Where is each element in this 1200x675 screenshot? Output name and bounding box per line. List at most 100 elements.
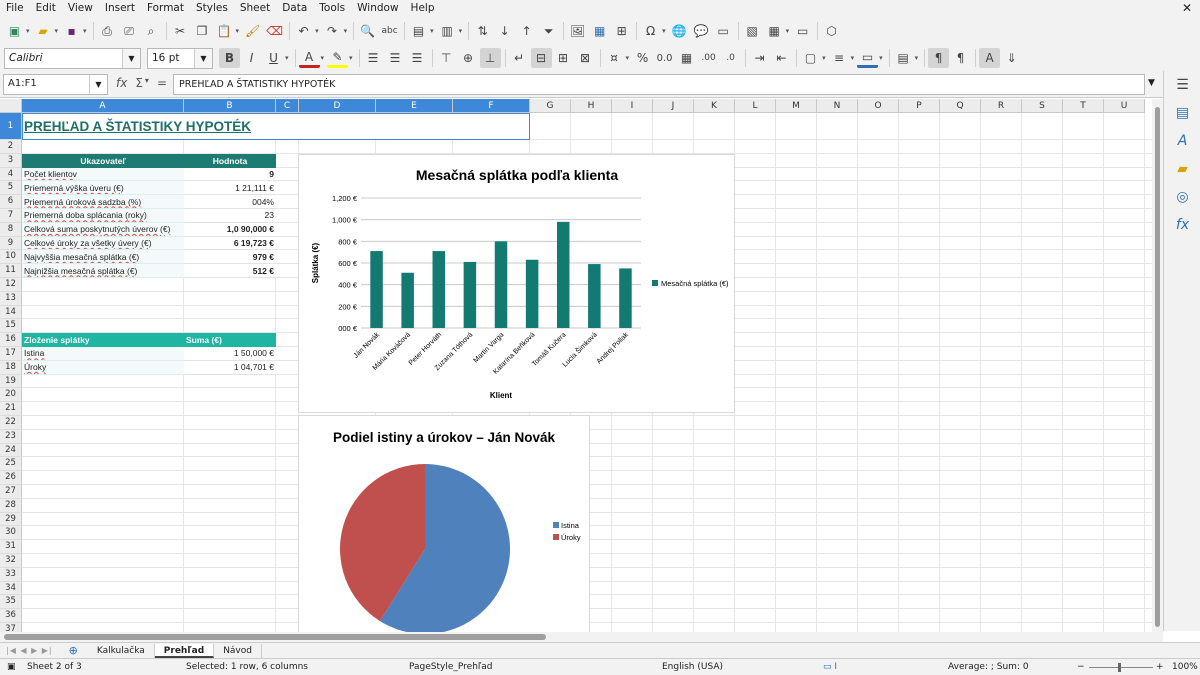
font-color-icon[interactable]: A xyxy=(298,48,320,68)
zoom-in-icon[interactable]: + xyxy=(1156,662,1164,672)
comp-header-value[interactable]: Suma (€) xyxy=(184,333,276,347)
merge-center-icon[interactable]: ⊟ xyxy=(530,48,552,68)
export-pdf-icon[interactable]: ⎙ xyxy=(97,21,118,41)
menu-item-sheet[interactable]: Sheet xyxy=(234,0,276,17)
column-header-c[interactable]: C xyxy=(276,99,299,113)
font-size-combo[interactable]: 16 pt ▼ xyxy=(147,47,213,69)
show-draw-functions-icon[interactable]: ⬡ xyxy=(821,21,842,41)
header-footer-icon[interactable]: ▭ xyxy=(713,21,734,41)
sort-ascending-icon[interactable]: ↓ xyxy=(494,21,515,41)
chevron-down-icon[interactable]: ▼ xyxy=(89,75,107,94)
column-header-h[interactable]: H xyxy=(571,99,612,113)
bar[interactable] xyxy=(494,241,508,328)
row-header-7[interactable]: 7 xyxy=(0,209,22,223)
column-header-b[interactable]: B xyxy=(184,99,276,113)
menu-item-file[interactable]: File xyxy=(0,0,30,17)
column-header-r[interactable]: R xyxy=(981,99,1022,113)
copy-icon[interactable]: ❐ xyxy=(192,21,213,41)
bar[interactable] xyxy=(556,221,570,328)
sidebar-menu-icon[interactable]: ☰ xyxy=(1164,71,1200,99)
align-center-icon[interactable]: ☰ xyxy=(385,48,406,68)
column-header-s[interactable]: S xyxy=(1022,99,1063,113)
bar[interactable] xyxy=(619,268,632,328)
cut-icon[interactable]: ✂ xyxy=(170,21,191,41)
tab-navigation-icon[interactable]: |◀ ◀ ▶ ▶| xyxy=(6,646,53,655)
row-header-17[interactable]: 17 xyxy=(0,347,22,361)
column-header-f[interactable]: F xyxy=(453,99,530,113)
row-header-14[interactable]: 14 xyxy=(0,305,22,320)
find-replace-icon[interactable]: 🔍 xyxy=(357,21,378,41)
column-header-k[interactable]: K xyxy=(694,99,735,113)
row-header-16[interactable]: 16 xyxy=(0,333,22,347)
vertical-scrollbar[interactable] xyxy=(1152,99,1163,632)
row-header-23[interactable]: 23 xyxy=(0,429,22,444)
row-header-31[interactable]: 31 xyxy=(0,540,22,554)
stats-label-cell[interactable]: Priemerná výška úveru (€) xyxy=(22,181,184,196)
column-header-d[interactable]: D xyxy=(299,99,376,113)
column-header-p[interactable]: P xyxy=(899,99,940,113)
conditional-format-icon[interactable]: ▤ xyxy=(893,48,914,68)
row-header-19[interactable]: 19 xyxy=(0,374,22,389)
row-icon[interactable]: ▤ xyxy=(408,21,429,41)
menu-item-format[interactable]: Format xyxy=(141,0,190,17)
functions-icon[interactable]: fx xyxy=(1164,211,1200,239)
language[interactable]: English (USA) xyxy=(662,662,723,672)
row-header-37[interactable]: 37 xyxy=(0,623,22,632)
menu-item-view[interactable]: View xyxy=(62,0,99,17)
row-header-15[interactable]: 15 xyxy=(0,319,22,334)
navigator-icon[interactable]: ◎ xyxy=(1164,183,1200,211)
bold-icon[interactable]: B xyxy=(219,48,240,68)
row-header-6[interactable]: 6 xyxy=(0,195,22,209)
menu-item-insert[interactable]: Insert xyxy=(99,0,141,17)
name-box[interactable]: A1:F1 ▼ xyxy=(3,74,108,95)
date-format-icon[interactable]: ▦ xyxy=(676,48,697,68)
comp-header-label[interactable]: Zloženie splátky xyxy=(22,333,184,347)
row-header-29[interactable]: 29 xyxy=(0,512,22,527)
column-header-n[interactable]: N xyxy=(817,99,858,113)
currency-format-icon[interactable]: ¤ xyxy=(604,48,625,68)
delete-decimal-icon[interactable]: .0 xyxy=(720,48,741,68)
stats-value-cell[interactable]: 1,0 90,000 € xyxy=(184,222,276,237)
sheet-tab-2[interactable]: Návod xyxy=(214,643,262,658)
text-direction-vertical-icon[interactable]: ⇓ xyxy=(1001,48,1022,68)
zoom-slider[interactable] xyxy=(1089,663,1153,672)
chevron-down-icon[interactable]: ▼ xyxy=(194,48,212,68)
comp-value-cell[interactable]: 1 04,701 € xyxy=(184,360,276,375)
close-document-icon[interactable]: ✕ xyxy=(1182,0,1192,17)
stats-header-label[interactable]: Ukazovateľ xyxy=(22,153,184,168)
selection-mode-icon[interactable]: ▭ I xyxy=(823,662,837,672)
menu-item-help[interactable]: Help xyxy=(405,0,441,17)
borders-icon[interactable]: ▢ xyxy=(800,48,821,68)
pie-chart[interactable]: Podiel istiny a úrokov – Ján Novák Istina… xyxy=(298,415,590,632)
formula-input[interactable]: PREHĽAD A ŠTATISTIKY HYPOTÉK xyxy=(173,74,1145,95)
align-right-icon[interactable]: ☰ xyxy=(407,48,428,68)
column-header-m[interactable]: M xyxy=(776,99,817,113)
unmerge-cells-icon[interactable]: ⊠ xyxy=(575,48,596,68)
menu-item-window[interactable]: Window xyxy=(351,0,404,17)
align-top-icon[interactable]: ⊤ xyxy=(436,48,457,68)
row-header-4[interactable]: 4 xyxy=(0,167,22,182)
menu-item-edit[interactable]: Edit xyxy=(30,0,62,17)
percent-format-icon[interactable]: % xyxy=(632,48,653,68)
row-header-24[interactable]: 24 xyxy=(0,443,22,458)
italic-icon[interactable]: I xyxy=(241,48,262,68)
increase-indent-icon[interactable]: ⇥ xyxy=(749,48,770,68)
row-header-9[interactable]: 9 xyxy=(0,236,22,251)
column-icon[interactable]: ▥ xyxy=(437,21,458,41)
sheet-tab-1[interactable]: Prehľad xyxy=(154,643,215,658)
print-icon[interactable]: ⎚ xyxy=(119,21,140,41)
freeze-rows-icon[interactable]: ▦ xyxy=(764,21,785,41)
save-icon[interactable]: ▪ xyxy=(61,21,82,41)
clone-formatting-icon[interactable]: 🖌 xyxy=(242,21,263,41)
row-header-13[interactable]: 13 xyxy=(0,291,22,306)
stats-value-cell[interactable]: 6 19,723 € xyxy=(184,236,276,251)
font-name-combo[interactable]: Calibri ▼ xyxy=(4,47,141,69)
row-header-2[interactable]: 2 xyxy=(0,140,22,154)
row-header-10[interactable]: 10 xyxy=(0,250,22,265)
stats-header-value[interactable]: Hodnota xyxy=(184,153,276,168)
new-document-icon[interactable]: ▣ xyxy=(4,21,25,41)
gallery-icon[interactable]: ▰ xyxy=(1164,155,1200,183)
scrollbar-thumb[interactable] xyxy=(4,634,546,640)
column-header-l[interactable]: L xyxy=(735,99,776,113)
merge-cells-icon[interactable]: ⊞ xyxy=(553,48,574,68)
